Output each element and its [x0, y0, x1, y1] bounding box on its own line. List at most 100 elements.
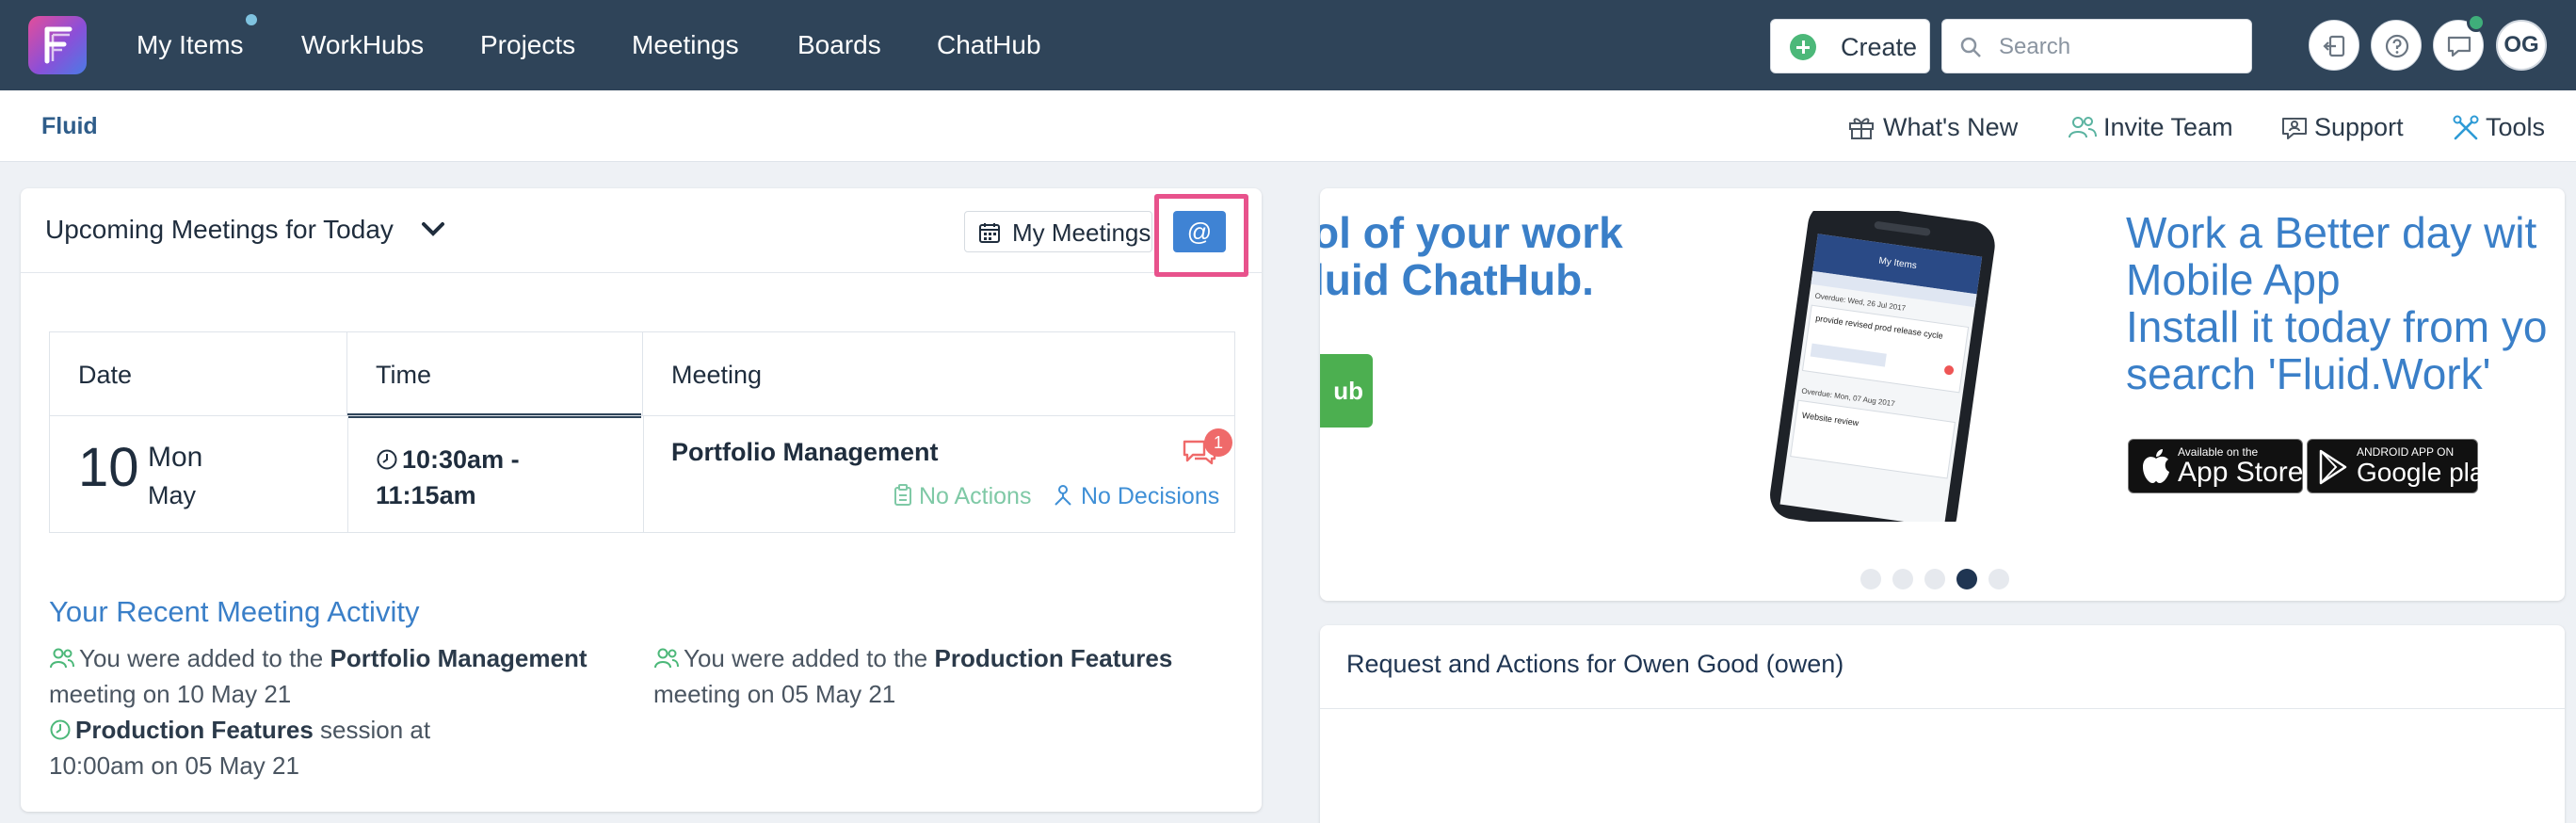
search-icon	[1960, 37, 1981, 57]
meeting-title-link[interactable]: Portfolio Management	[671, 438, 939, 467]
mention-button[interactable]: @	[1173, 211, 1226, 252]
plus-circle-icon	[1790, 34, 1816, 60]
activity-text-pre: You were added to the	[684, 644, 935, 672]
workspace-brand[interactable]: Fluid	[41, 113, 98, 140]
create-button[interactable]: Create	[1770, 19, 1930, 73]
carousel-dot-2[interactable]	[1892, 569, 1913, 589]
gift-icon	[1849, 118, 1874, 139]
activity-item: You were added to the Production Feature…	[653, 640, 1237, 712]
carousel-line2: Mobile App	[2126, 255, 2341, 304]
activity-meeting-link[interactable]: Portfolio Management	[330, 644, 587, 672]
meetings-card-header: Upcoming Meetings for Today My Meetings …	[21, 188, 1262, 277]
nav-chathub[interactable]: ChatHub	[937, 28, 1041, 62]
no-decisions-label: No Decisions	[1080, 483, 1220, 509]
logo-f-icon	[44, 26, 72, 64]
activity-text-post: meeting on 10 May 21	[49, 680, 292, 708]
activity-text-pre: You were added to the	[79, 644, 330, 672]
support-label: Support	[2314, 113, 2404, 141]
support-link[interactable]: Support	[2280, 111, 2404, 143]
play-store-icon	[2319, 449, 2347, 485]
activity-text-post: meeting on 05 May 21	[653, 680, 896, 708]
carousel-prev-slide-text: ol of your work luid ChatHub.	[1320, 209, 1623, 303]
table-column-divider	[643, 415, 644, 532]
top-navbar: My Items WorkHubs Projects Meetings Boar…	[0, 0, 2576, 90]
promo-carousel: ol of your work luid ChatHub. ub My Item…	[1320, 188, 2565, 601]
activity-item: You were added to the Portfolio Manageme…	[49, 640, 633, 712]
help-button[interactable]	[2371, 20, 2422, 71]
fluid-logo[interactable]	[28, 16, 87, 74]
meeting-time: 10:30am - 11:15am	[376, 442, 602, 513]
recent-activity-title: Your Recent Meeting Activity	[49, 595, 420, 628]
requests-card-divider	[1320, 708, 2565, 709]
calendar-icon	[979, 223, 1000, 243]
nav-my-items[interactable]: My Items	[137, 28, 244, 62]
search-box	[1941, 19, 2252, 73]
nav-boards[interactable]: Boards	[797, 28, 881, 62]
create-button-label: Create	[1841, 33, 1918, 61]
carousel-line3: Install it today from yo	[2126, 302, 2548, 351]
clipboard-icon	[894, 484, 911, 506]
activity-item: Production Features session at 10:00am o…	[49, 712, 482, 783]
carousel-slide-text: Work a Better day wit Mobile App Install…	[2126, 209, 2547, 397]
invite-team-link[interactable]: Invite Team	[2068, 111, 2233, 143]
carousel-dot-1[interactable]	[1860, 569, 1881, 589]
upcoming-meetings-card: Upcoming Meetings for Today My Meetings …	[21, 188, 1262, 812]
requests-card-title: Request and Actions for Owen Good (owen)	[1346, 650, 1844, 678]
help-icon	[2385, 34, 2409, 58]
support-icon	[2282, 118, 2307, 139]
user-avatar[interactable]: OG	[2496, 20, 2547, 71]
search-input[interactable]	[1999, 29, 2244, 65]
chat-count-badge: 1	[1204, 428, 1232, 457]
carousel-dot-3[interactable]	[1924, 569, 1945, 589]
clock-icon	[50, 719, 71, 740]
requests-actions-card: Request and Actions for Owen Good (owen)	[1320, 625, 2565, 823]
column-header-meeting: Meeting	[671, 361, 763, 389]
chat-bubble-icon	[2447, 36, 2471, 57]
carousel-prev-slide-button[interactable]: ub	[1320, 354, 1373, 428]
google-play-badge[interactable]: ANDROID APP ON Google play	[2307, 439, 2497, 493]
nav-meetings[interactable]: Meetings	[632, 28, 739, 62]
users-icon	[2069, 117, 2097, 138]
users-icon	[654, 648, 679, 669]
no-actions-link[interactable]: No Actions	[894, 483, 1031, 510]
google-play-big-text: Google play	[2357, 458, 2498, 487]
exit-icon	[2323, 35, 2345, 57]
carousel-line4: search 'Fluid.Work'	[2126, 349, 2491, 398]
column-header-time[interactable]: Time	[347, 332, 643, 415]
apple-icon	[2143, 449, 2169, 483]
meeting-month: May	[148, 481, 197, 509]
app-store-badge[interactable]: Available on the App Store	[2128, 439, 2303, 493]
invite-team-label: Invite Team	[2103, 113, 2233, 141]
tools-label: Tools	[2486, 113, 2546, 141]
my-items-notification-dot	[243, 11, 260, 28]
whats-new-link[interactable]: What's New	[1847, 111, 2018, 143]
nav-workhubs[interactable]: WorkHubs	[301, 28, 424, 62]
meeting-day-number: 10	[78, 437, 139, 498]
whats-new-label: What's New	[1883, 113, 2019, 141]
chat-online-dot	[2467, 13, 2486, 32]
my-meetings-button[interactable]: My Meetings	[964, 211, 1152, 252]
no-decisions-link[interactable]: No Decisions	[1052, 483, 1219, 510]
my-meetings-label: My Meetings	[1012, 218, 1151, 247]
activity-meeting-link[interactable]: Production Features	[75, 716, 314, 744]
no-actions-label: No Actions	[918, 483, 1032, 509]
activity-meeting-link[interactable]: Production Features	[934, 644, 1172, 672]
sub-header: Fluid What's New Invite Team Support Too…	[0, 90, 2576, 162]
table-divider	[50, 415, 1234, 416]
exit-button[interactable]	[2309, 20, 2359, 71]
carousel-line1: Work a Better day wit	[2126, 208, 2537, 257]
carousel-prev-line1: ol of your work	[1320, 208, 1623, 257]
table-column-divider	[347, 415, 348, 532]
mobile-phone-illustration: My Items Overdue: Wed, 26 Jul 2017 provi…	[1770, 211, 1995, 522]
chevron-down-icon[interactable]	[421, 218, 445, 239]
tools-link[interactable]: Tools	[2452, 111, 2545, 143]
meeting-weekday: Mon	[148, 442, 203, 473]
meetings-table: Date Time Meeting 10 Mon May 10:30am - 1…	[49, 331, 1235, 533]
decision-icon	[1055, 485, 1071, 506]
clock-icon	[377, 449, 397, 470]
nav-projects[interactable]: Projects	[480, 28, 575, 62]
carousel-dot-5[interactable]	[1988, 569, 2009, 589]
meetings-card-title[interactable]: Upcoming Meetings for Today	[45, 213, 394, 247]
carousel-dot-4[interactable]	[1956, 569, 1977, 589]
carousel-prev-line2: luid ChatHub.	[1320, 255, 1594, 304]
